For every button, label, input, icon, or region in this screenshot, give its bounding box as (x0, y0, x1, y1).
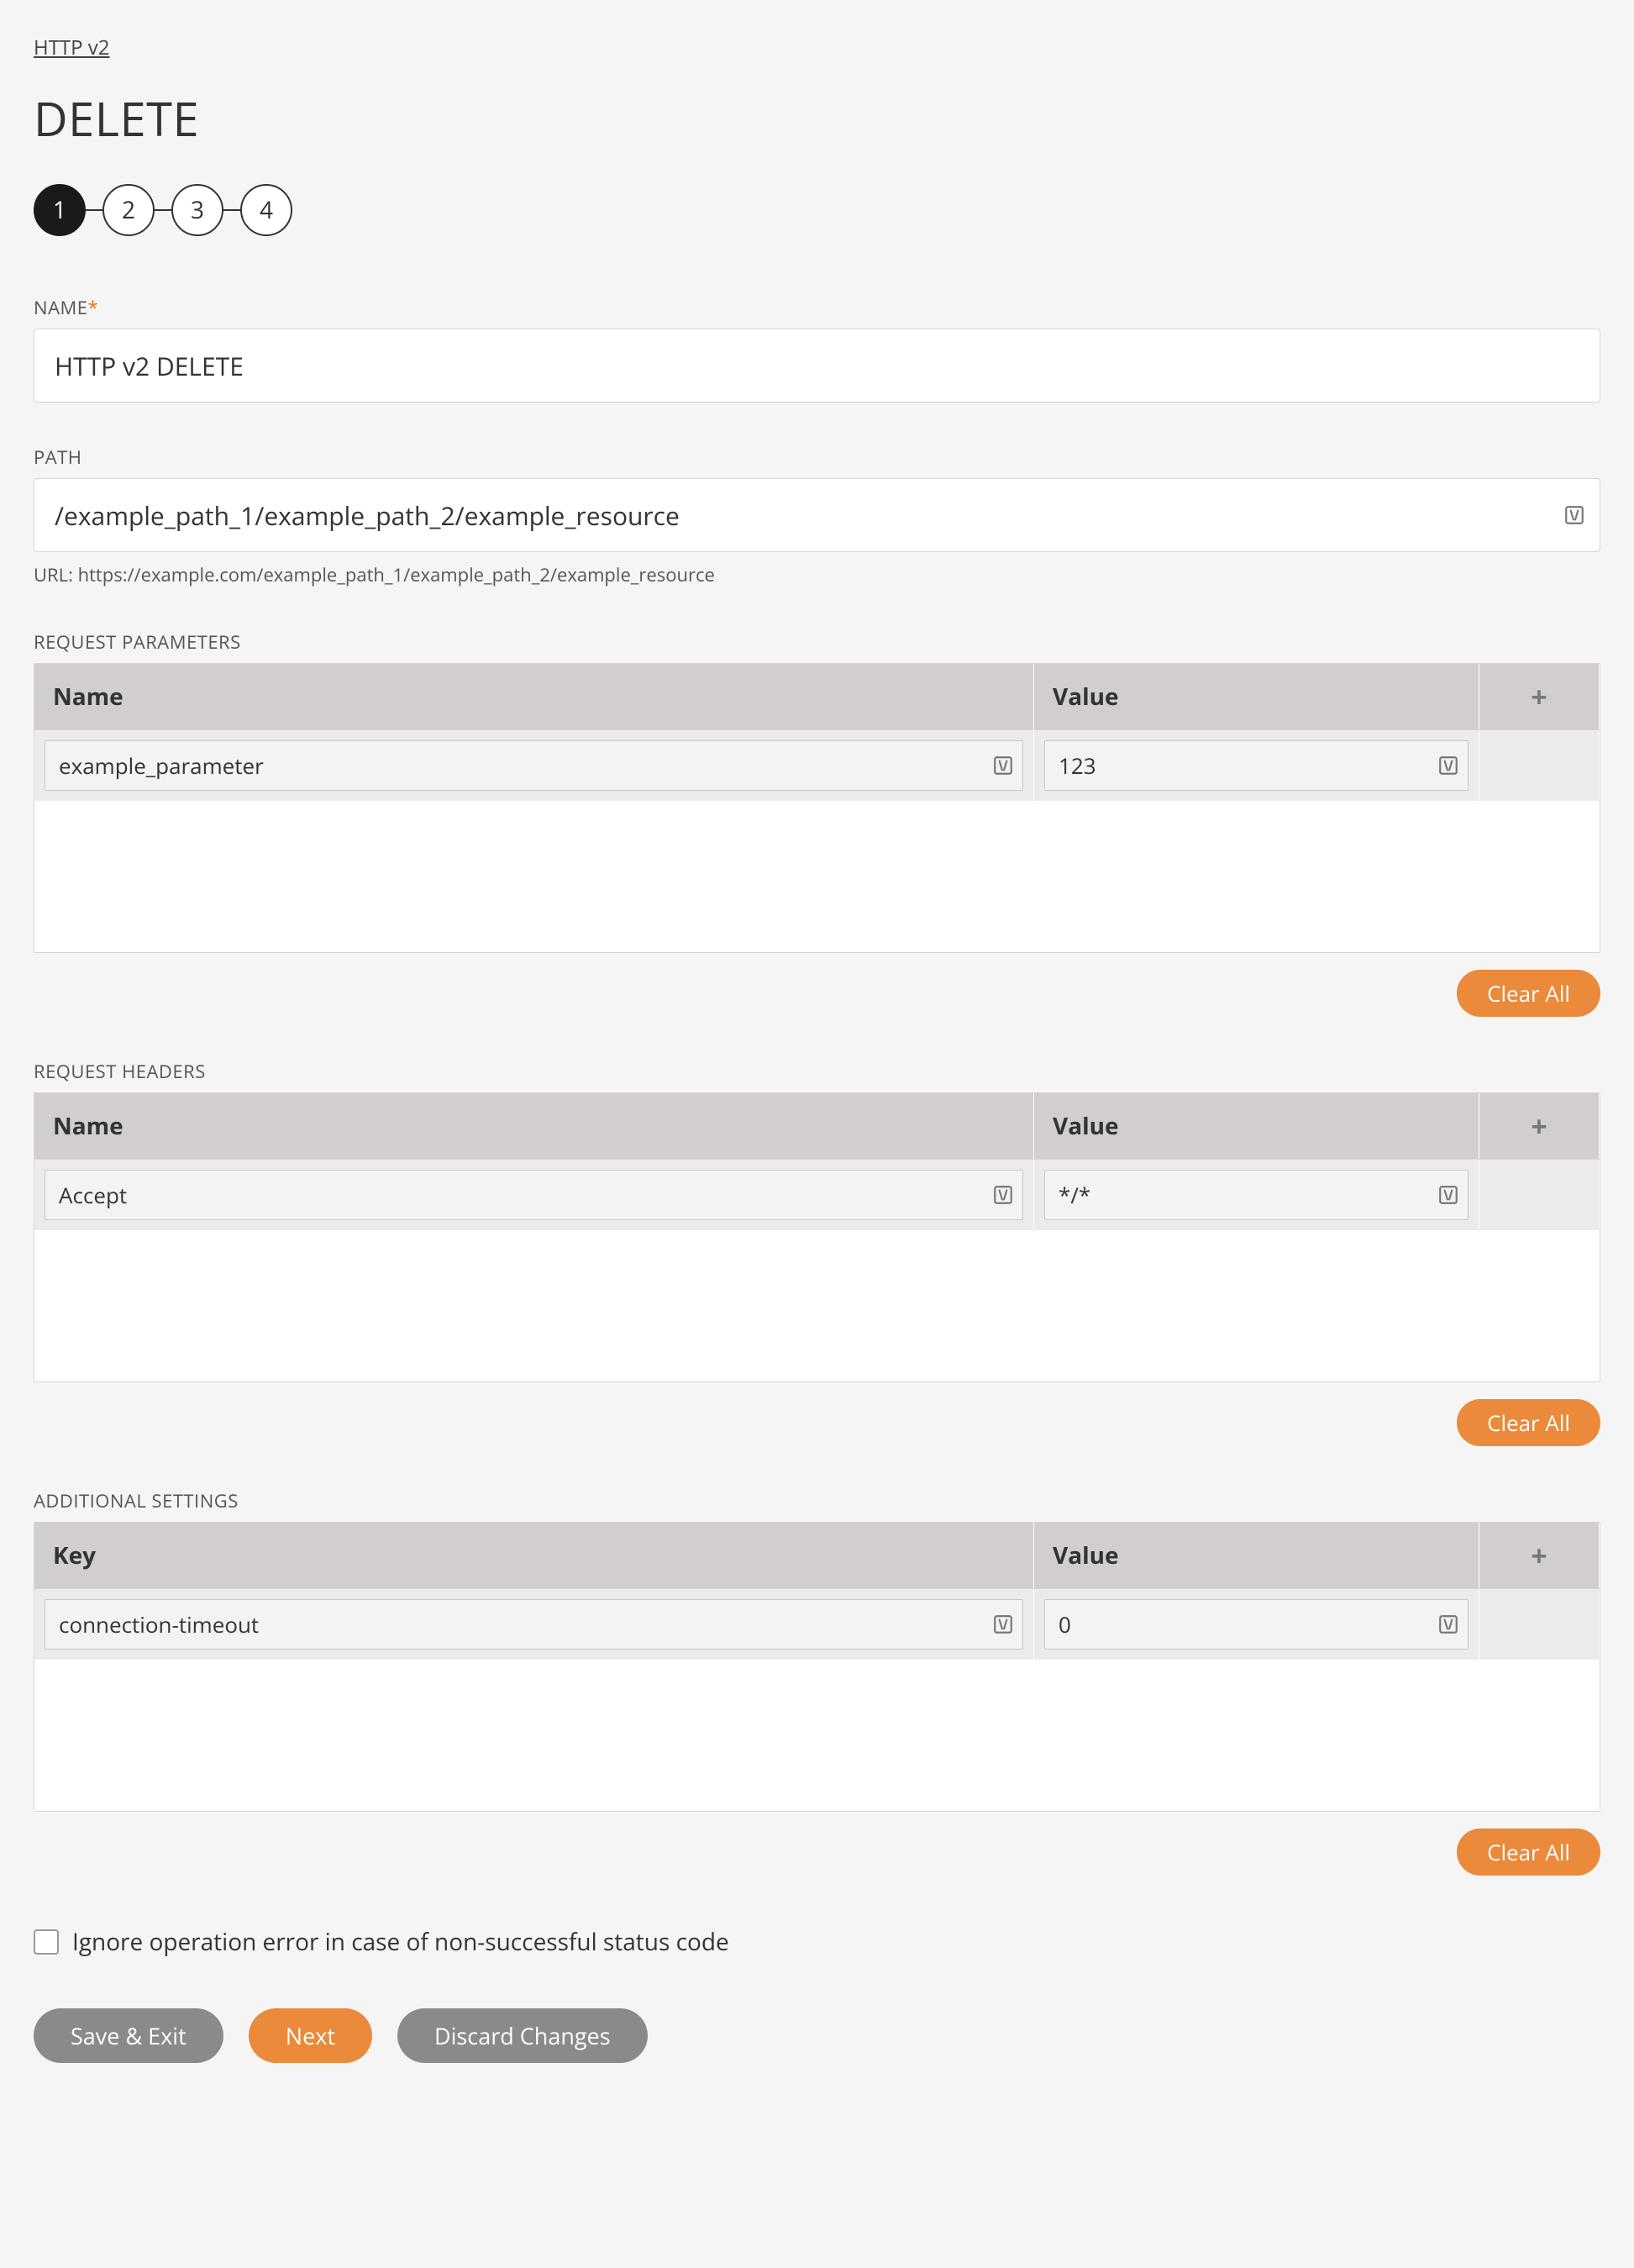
param-name-value: example_parameter (59, 750, 264, 781)
step-1[interactable]: 1 (34, 184, 86, 236)
request-parameters-label: REQUEST PARAMETERS (34, 629, 1600, 655)
discard-button[interactable]: Discard Changes (397, 2008, 648, 2063)
path-input[interactable] (34, 478, 1600, 552)
setting-value-value: 0 (1059, 1609, 1071, 1639)
table-empty-space (34, 1660, 1600, 1811)
request-headers-table: Name Value + Accept */* (34, 1092, 1600, 1382)
variable-icon[interactable] (1562, 503, 1587, 528)
setting-value-input[interactable]: 0 (1044, 1599, 1468, 1650)
plus-icon: + (1531, 1541, 1547, 1570)
table-row: connection-timeout 0 (34, 1588, 1600, 1660)
header-name-value: Accept (59, 1180, 127, 1210)
save-exit-button[interactable]: Save & Exit (34, 2008, 223, 2063)
header-name-input[interactable]: Accept (45, 1170, 1023, 1220)
stepper: 1 2 3 4 (34, 184, 1600, 236)
table-empty-space (34, 801, 1600, 952)
variable-icon[interactable] (1436, 1612, 1461, 1637)
url-prefix: URL: (34, 562, 78, 587)
table-empty-space (34, 1230, 1600, 1381)
column-header-value: Value (1034, 1093, 1479, 1159)
header-value-input[interactable]: */* (1044, 1170, 1468, 1220)
ignore-error-checkbox[interactable] (34, 1929, 59, 1955)
variable-icon[interactable] (990, 1182, 1016, 1208)
variable-icon[interactable] (990, 753, 1016, 778)
variable-icon[interactable] (990, 1612, 1016, 1637)
breadcrumb-link[interactable]: HTTP v2 (34, 34, 110, 61)
step-4[interactable]: 4 (240, 184, 292, 236)
step-2[interactable]: 2 (102, 184, 155, 236)
column-header-value: Value (1034, 664, 1479, 729)
required-asterisk: * (88, 295, 99, 320)
add-row-button[interactable]: + (1479, 1093, 1600, 1159)
plus-icon: + (1531, 1112, 1547, 1140)
step-connector (86, 209, 102, 211)
clear-all-headers-button[interactable]: Clear All (1457, 1399, 1600, 1446)
param-value-input[interactable]: 123 (1044, 740, 1468, 791)
column-header-name: Name (34, 664, 1034, 729)
variable-icon[interactable] (1436, 753, 1461, 778)
clear-all-settings-button[interactable]: Clear All (1457, 1829, 1600, 1876)
name-input[interactable] (34, 329, 1600, 403)
next-button[interactable]: Next (249, 2008, 372, 2063)
additional-settings-table: Key Value + connection-timeout 0 (34, 1522, 1600, 1812)
variable-icon[interactable] (1436, 1182, 1461, 1208)
request-headers-label: REQUEST HEADERS (34, 1059, 1600, 1084)
column-header-value: Value (1034, 1523, 1479, 1588)
url-help-text: URL: https://example.com/example_path_1/… (34, 562, 1600, 587)
step-connector (155, 209, 171, 211)
name-label-text: NAME (34, 295, 88, 320)
request-parameters-table: Name Value + example_parameter 123 (34, 663, 1600, 953)
url-value: https://example.com/example_path_1/examp… (78, 562, 715, 587)
table-row: example_parameter 123 (34, 729, 1600, 801)
add-row-button[interactable]: + (1479, 664, 1600, 729)
add-row-button[interactable]: + (1479, 1523, 1600, 1588)
column-header-key: Key (34, 1523, 1034, 1588)
name-label: NAME* (34, 295, 1600, 320)
page-title: DELETE (34, 87, 1600, 150)
setting-key-value: connection-timeout (59, 1609, 259, 1639)
setting-key-input[interactable]: connection-timeout (45, 1599, 1023, 1650)
param-name-input[interactable]: example_parameter (45, 740, 1023, 791)
path-label: PATH (34, 445, 1600, 470)
table-row: Accept */* (34, 1159, 1600, 1230)
plus-icon: + (1531, 682, 1547, 711)
ignore-error-label: Ignore operation error in case of non-su… (72, 1926, 729, 1958)
clear-all-params-button[interactable]: Clear All (1457, 970, 1600, 1017)
header-value-value: */* (1059, 1180, 1090, 1210)
step-connector (223, 209, 240, 211)
step-3[interactable]: 3 (171, 184, 223, 236)
param-value-value: 123 (1059, 750, 1096, 781)
column-header-name: Name (34, 1093, 1034, 1159)
additional-settings-label: ADDITIONAL SETTINGS (34, 1488, 1600, 1513)
